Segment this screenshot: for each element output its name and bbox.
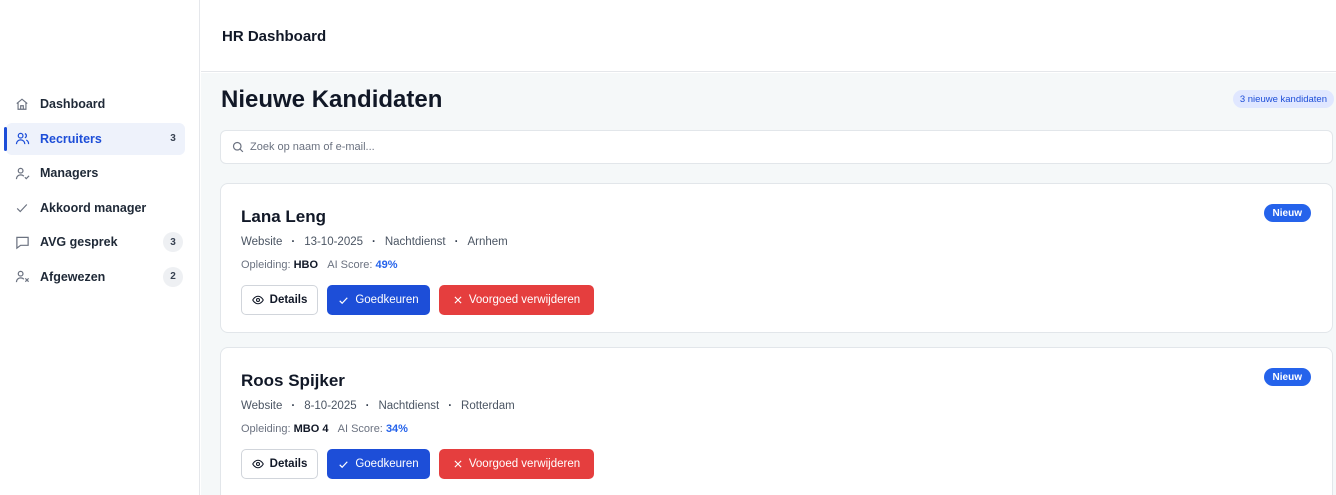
sidebar-item-label: Recruiters <box>40 131 102 146</box>
sidebar: Dashboard Recruiters 3 Managers Akkoord … <box>0 0 200 495</box>
main-content: Nieuwe Kandidaten 3 nieuwe kandidaten La… <box>201 73 1336 495</box>
details-button[interactable]: Details <box>241 449 318 479</box>
eye-icon <box>251 295 264 305</box>
candidate-actions: Details Goedkeuren Voorgoed verwijderen <box>241 449 603 479</box>
sidebar-item-count: 3 <box>163 232 183 252</box>
approve-button[interactable]: Goedkeuren <box>327 449 430 479</box>
delete-permanently-button[interactable]: Voorgoed verwijderen <box>439 285 594 315</box>
candidate-source: Website <box>241 236 283 248</box>
details-label: Details <box>269 458 308 470</box>
user-check-icon <box>14 165 30 181</box>
candidate-shift: Nachtdienst <box>378 400 440 412</box>
delete-label: Voorgoed verwijderen <box>468 458 581 470</box>
sidebar-item-count: 2 <box>163 266 183 287</box>
sidebar-item-akkoord-manager[interactable]: Akkoord manager <box>6 192 185 224</box>
education-label: Opleiding: <box>241 259 291 271</box>
sidebar-item-avg-gesprek[interactable]: AVG gesprek 3 <box>6 226 185 258</box>
candidate-actions: Details Goedkeuren Voorgoed verwijderen <box>241 285 603 315</box>
sidebar-item-label: AVG gesprek <box>40 235 118 249</box>
candidate-card: Roos Spijker Nieuw Website · 8-10-2025 ·… <box>220 347 1333 495</box>
candidate-education-score: Opleiding: HBO AI Score: 49% <box>241 259 398 271</box>
close-icon <box>454 296 462 304</box>
separator-dot: · <box>291 236 296 248</box>
candidate-name: Roos Spijker <box>241 371 345 390</box>
candidate-education-score: Opleiding: MBO 4 AI Score: 34% <box>241 423 408 435</box>
approve-button[interactable]: Goedkeuren <box>327 285 430 315</box>
delete-label: Voorgoed verwijderen <box>468 294 581 306</box>
sidebar-item-label: Afgewezen <box>40 269 106 284</box>
candidate-shift: Nachtdienst <box>384 236 446 248</box>
candidate-city: Rotterdam <box>461 400 515 412</box>
sidebar-item-label: Dashboard <box>40 97 106 111</box>
check-icon <box>339 296 349 304</box>
sidebar-item-count: 3 <box>170 133 176 144</box>
candidate-card: Lana Leng Nieuw Website · 13-10-2025 · N… <box>220 183 1333 333</box>
new-candidates-count-badge: 3 nieuwe kandidaten <box>1232 90 1334 108</box>
home-icon <box>14 96 30 112</box>
candidate-meta: Website · 13-10-2025 · Nachtdienst · Arn… <box>241 236 508 248</box>
candidate-name: Lana Leng <box>241 207 327 226</box>
ai-score-label: AI Score: <box>337 423 383 435</box>
delete-permanently-button[interactable]: Voorgoed verwijderen <box>439 449 594 479</box>
separator-dot: · <box>372 236 376 248</box>
search-icon <box>232 141 244 153</box>
topbar: HR Dashboard <box>201 0 1336 72</box>
sidebar-item-label: Managers <box>40 166 99 180</box>
users-icon <box>14 131 30 147</box>
education-value: MBO 4 <box>293 423 329 435</box>
close-icon <box>454 460 462 468</box>
candidate-source: Website <box>241 400 283 412</box>
status-badge: Nieuw <box>1263 368 1311 386</box>
approve-label: Goedkeuren <box>355 458 419 470</box>
sidebar-item-afgewezen[interactable]: Afgewezen 2 <box>6 261 185 293</box>
sidebar-nav: Dashboard Recruiters 3 Managers Akkoord … <box>4 88 185 295</box>
sidebar-item-recruiters[interactable]: Recruiters 3 <box>4 122 185 155</box>
ai-score-value: 34% <box>385 423 408 435</box>
separator-dot: · <box>454 236 459 248</box>
education-value: HBO <box>293 259 319 271</box>
sidebar-item-label: Akkoord manager <box>40 200 147 215</box>
ai-score-value: 49% <box>375 259 398 271</box>
separator-dot: · <box>365 400 370 412</box>
education-label: Opleiding: <box>241 423 291 435</box>
check-icon <box>14 200 30 216</box>
approve-label: Goedkeuren <box>355 294 419 306</box>
separator-dot: · <box>291 400 296 412</box>
search-box[interactable] <box>220 130 1333 164</box>
chat-icon <box>14 234 30 250</box>
separator-dot: · <box>448 400 453 412</box>
search-input[interactable] <box>250 141 1332 153</box>
user-x-icon <box>14 269 30 285</box>
page-title: Nieuwe Kandidaten <box>221 86 443 113</box>
details-label: Details <box>269 294 308 306</box>
candidate-city: Arnhem <box>467 236 508 248</box>
sidebar-item-dashboard[interactable]: Dashboard <box>6 88 185 120</box>
check-icon <box>339 460 349 468</box>
details-button[interactable]: Details <box>241 285 318 315</box>
sidebar-item-managers[interactable]: Managers <box>6 157 185 189</box>
candidate-date: 13-10-2025 <box>304 236 364 248</box>
status-badge: Nieuw <box>1263 204 1311 222</box>
candidate-meta: Website · 8-10-2025 · Nachtdienst · Rott… <box>241 400 515 412</box>
ai-score-label: AI Score: <box>327 259 373 271</box>
app-title: HR Dashboard <box>222 28 327 45</box>
candidate-date: 8-10-2025 <box>304 400 357 412</box>
eye-icon <box>251 459 264 469</box>
